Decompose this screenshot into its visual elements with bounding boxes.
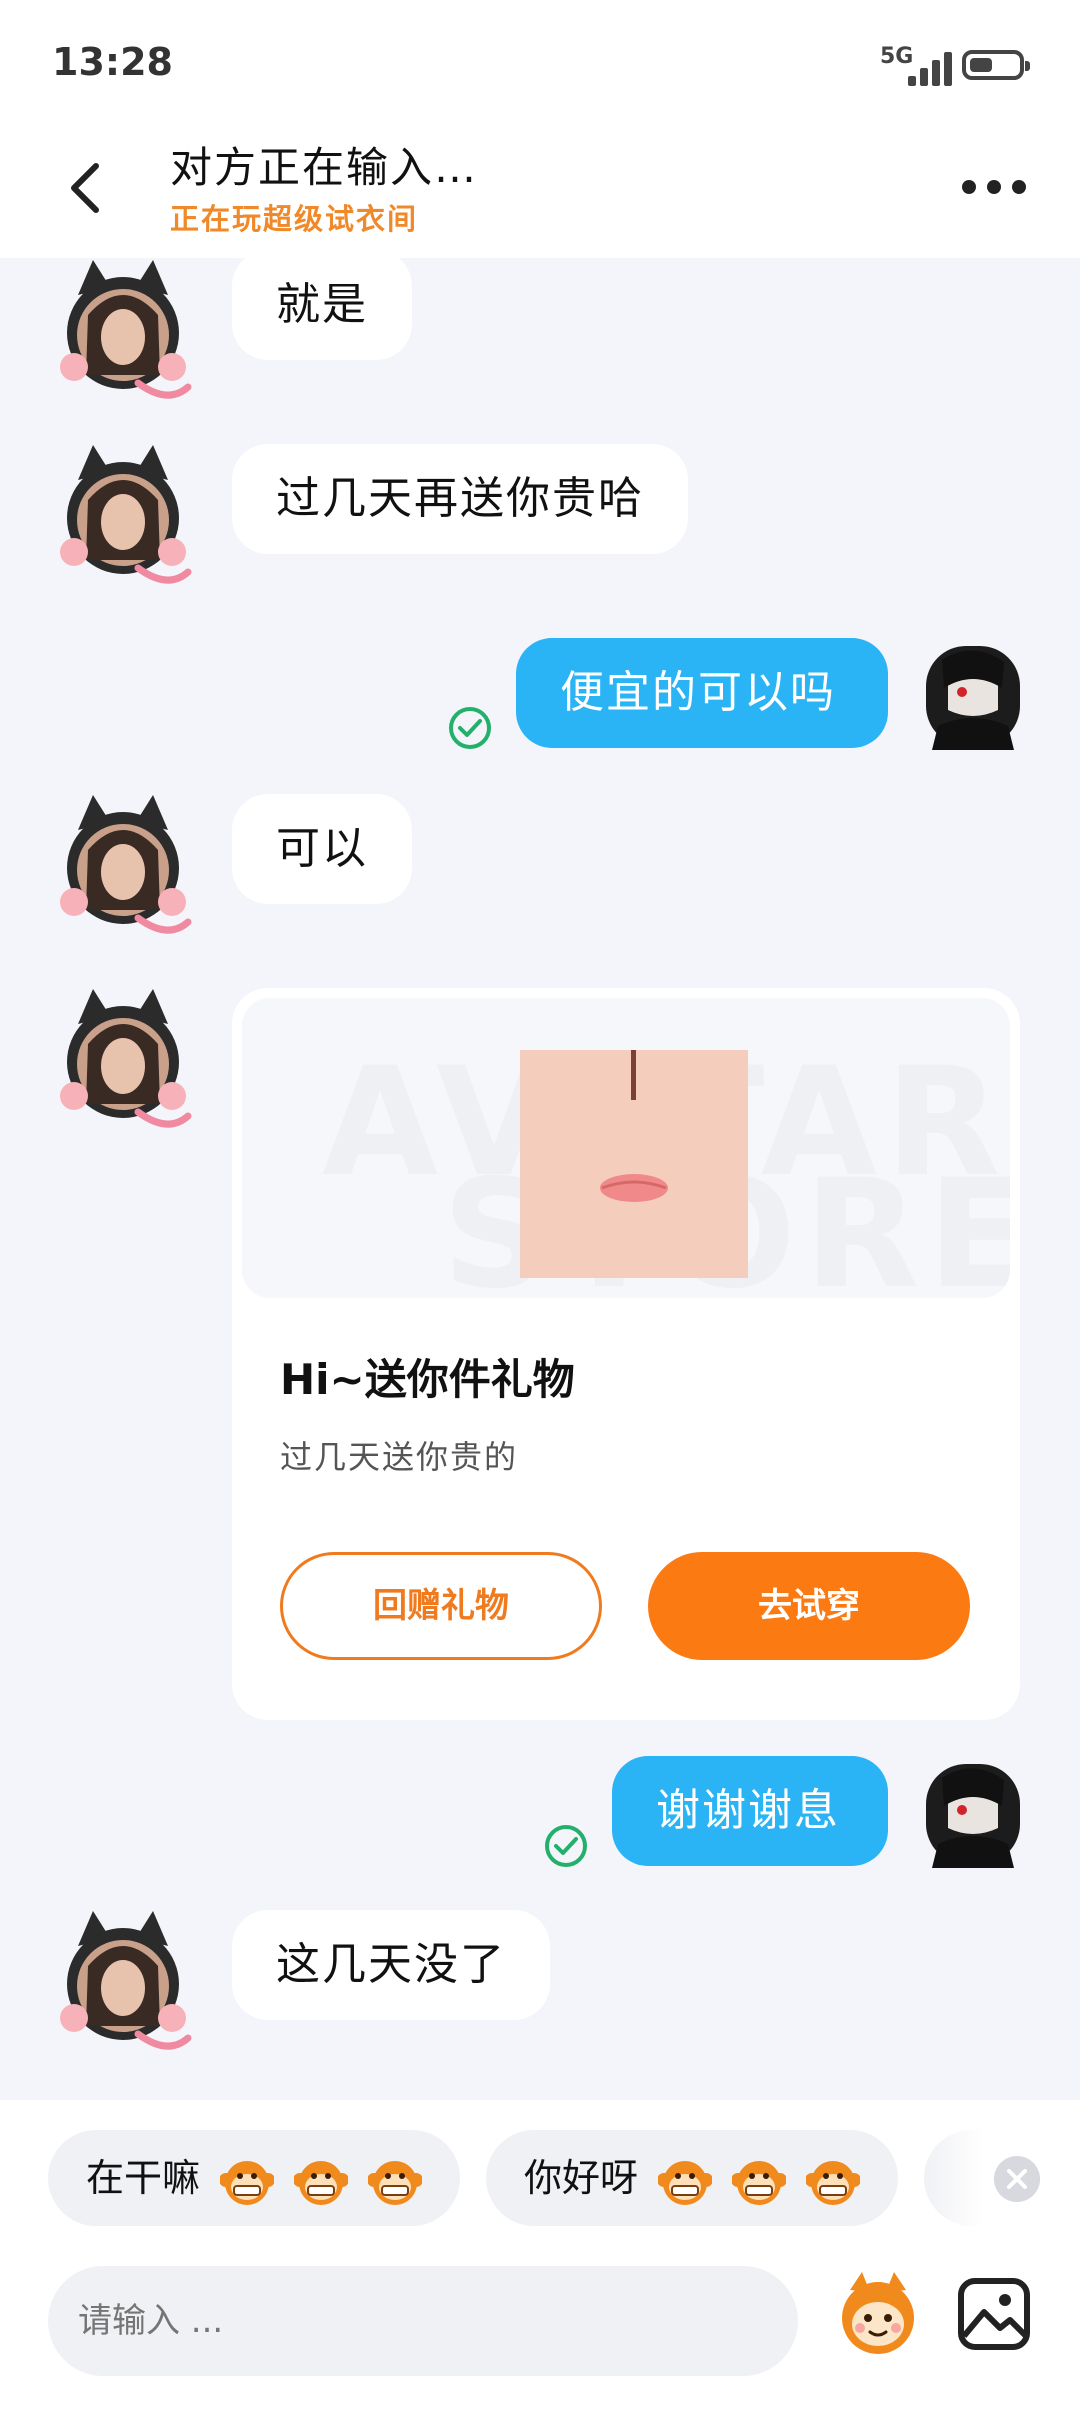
contact-avatar[interactable]: [48, 440, 198, 590]
smiling-monkey-icon: [806, 2159, 861, 2206]
bottom-panel: 在干嘛 你好呀: [0, 2100, 1080, 2412]
chat-subtitle[interactable]: 正在玩超级试衣间: [170, 196, 418, 238]
message-bubble-incoming: 过几天再送你贵哈: [232, 444, 688, 554]
gift-preview-image[interactable]: AVATAR STORE: [242, 998, 1010, 1298]
quick-reply-text: 你好呀: [524, 2156, 639, 2200]
my-avatar[interactable]: [918, 1758, 1028, 1868]
message-bubble-incoming: 可以: [232, 794, 412, 904]
grinning-monkey-icon: [220, 2159, 275, 2206]
grinning-monkey-icon: [368, 2159, 423, 2206]
message-bubble-outgoing: 谢谢谢息: [612, 1756, 888, 1866]
message-bubble-outgoing: 便宜的可以吗: [516, 638, 888, 748]
gift-description: 过几天送你贵的: [280, 1438, 519, 1476]
quick-reply-chip[interactable]: 你好呀: [486, 2130, 898, 2226]
image-picker-icon[interactable]: [956, 2276, 1032, 2352]
chat-header: 对方正在输入… 正在玩超级试衣间: [0, 120, 1080, 258]
message-bubble-incoming: 就是: [232, 250, 412, 360]
smiling-monkey-icon: [658, 2159, 713, 2206]
sent-check-icon: [449, 707, 491, 749]
my-avatar[interactable]: [918, 640, 1028, 750]
emoji-mascot-icon[interactable]: [832, 2268, 924, 2360]
chat-title: 对方正在输入…: [170, 143, 479, 192]
contact-avatar[interactable]: [48, 1906, 198, 2056]
try-on-button[interactable]: 去试穿: [648, 1552, 970, 1660]
return-gift-button[interactable]: 回赠礼物: [280, 1552, 602, 1660]
message-input[interactable]: [48, 2266, 798, 2376]
status-time: 13:28: [52, 40, 173, 84]
message-bubble-incoming: 这几天没了: [232, 1910, 550, 2020]
sent-check-icon: [545, 1825, 587, 1867]
close-quick-replies-icon[interactable]: [994, 2156, 1040, 2202]
contact-avatar[interactable]: [48, 790, 198, 940]
quick-reply-chip[interactable]: 在干嘛: [48, 2130, 460, 2226]
gift-card[interactable]: AVATAR STORE Hi~送你件礼物 过几天送你贵的 回赠礼物 去试穿: [232, 988, 1020, 1720]
quick-reply-chip-partial[interactable]: [924, 2130, 984, 2226]
grinning-monkey-icon: [294, 2159, 349, 2206]
more-icon[interactable]: [962, 170, 1026, 206]
smiling-monkey-icon: [732, 2159, 787, 2206]
contact-avatar[interactable]: [48, 984, 198, 1134]
signal-icon: [908, 46, 958, 86]
quick-reply-text: 在干嘛: [86, 2156, 201, 2200]
battery-icon: [962, 50, 1030, 80]
gift-title: Hi~送你件礼物: [280, 1355, 575, 1404]
gift-item-thumbnail: [520, 1050, 748, 1278]
contact-avatar[interactable]: [48, 255, 198, 405]
back-icon[interactable]: [60, 158, 120, 218]
status-bar: 13:28 5G: [0, 0, 1080, 120]
